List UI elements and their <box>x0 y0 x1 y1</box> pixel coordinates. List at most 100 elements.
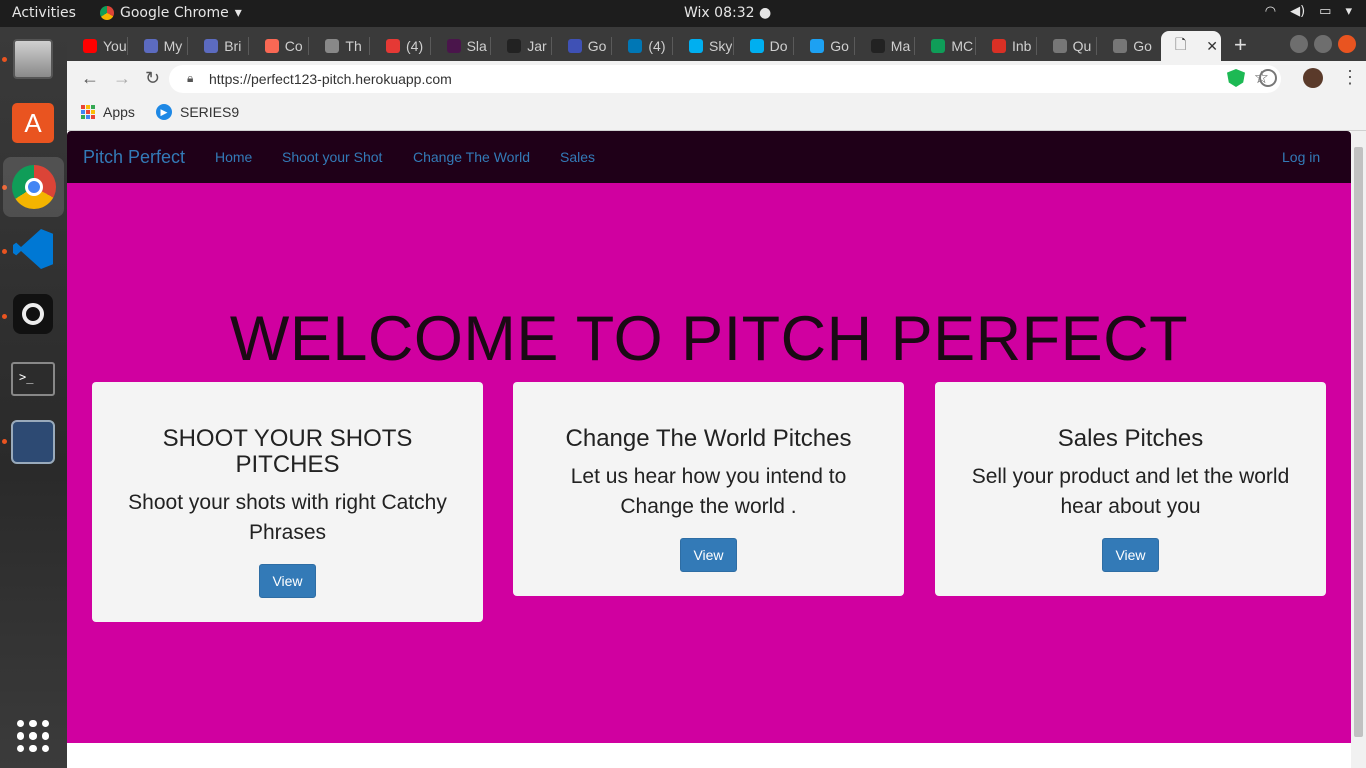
profile-avatar[interactable] <box>1303 68 1323 88</box>
show-applications-icon[interactable] <box>9 712 57 760</box>
tab-separator <box>672 37 673 55</box>
browser-tab[interactable]: My <box>128 31 187 61</box>
minimize-button[interactable] <box>1290 35 1308 53</box>
tab-favicon-icon <box>1052 39 1067 53</box>
running-indicator <box>2 439 7 444</box>
new-tab-button[interactable]: + <box>1234 32 1247 58</box>
tab-label: Qu <box>1072 38 1092 54</box>
scrollbar-thumb[interactable] <box>1354 147 1363 737</box>
tab-separator <box>1035 37 1037 55</box>
browser-tab[interactable]: (4) <box>612 31 671 61</box>
system-tray[interactable]: ◠ ◀) ▭ ▾ <box>1265 4 1352 19</box>
tab-label: Co <box>284 38 303 54</box>
tab-label: Sky <box>709 38 732 54</box>
running-indicator <box>2 57 7 62</box>
browser-tab[interactable]: Qu <box>1037 31 1096 61</box>
mysql-workbench-icon[interactable] <box>9 418 57 466</box>
tab-favicon-icon <box>931 39 946 53</box>
chrome-icon[interactable] <box>3 157 64 217</box>
view-button[interactable]: View <box>1102 538 1159 572</box>
tab-favicon-icon <box>628 39 643 53</box>
bookmark-series9-label: SERIES9 <box>180 104 240 120</box>
tab-favicon-icon <box>264 39 279 53</box>
activities-button[interactable]: Activities <box>12 5 76 21</box>
page-icon: 🗋 <box>1175 36 1187 52</box>
bookmark-apps[interactable]: Apps <box>81 104 135 120</box>
browser-tab[interactable]: Go <box>552 31 611 61</box>
view-button[interactable]: View <box>259 564 316 598</box>
hero-section: WELCOME TO PITCH PERFECT SHOOT YOUR SHOT… <box>67 183 1351 743</box>
site-brand[interactable]: Pitch Perfect <box>83 147 185 168</box>
browser-tab[interactable]: Sky <box>673 31 732 61</box>
browser-tab[interactable]: (4) <box>370 31 429 61</box>
system-top-bar: Activities Google Chrome ▾ Wix 08:32 ● ◠… <box>0 0 1366 27</box>
tab-favicon-icon <box>992 39 1006 53</box>
nav-shoot-your-shot[interactable]: Shoot your Shot <box>282 149 382 165</box>
browser-tab[interactable]: Do <box>734 31 793 61</box>
tab-separator <box>611 37 613 55</box>
chevron-down-icon: ▾ <box>234 5 242 21</box>
extension-icon[interactable] <box>1259 69 1277 87</box>
close-window-button[interactable] <box>1338 35 1356 53</box>
page-viewport: Pitch Perfect Home Shoot your Shot Chang… <box>67 131 1351 768</box>
browser-tab[interactable]: You <box>67 31 126 61</box>
browser-tab[interactable]: Bri <box>188 31 247 61</box>
close-tab-icon[interactable]: ✕ <box>1206 38 1218 55</box>
tab-separator <box>550 37 552 55</box>
dock: A >_ <box>0 27 67 768</box>
card-text: Let us hear how you intend to Change the… <box>570 465 847 518</box>
tab-favicon-icon <box>870 39 885 53</box>
card-title: SHOOT YOUR SHOTS PITCHES <box>162 425 413 478</box>
view-button[interactable]: View <box>680 538 737 572</box>
browser-tab[interactable]: Go <box>794 31 853 61</box>
toolbar: ← → ↻ 🔒︎ https://perfect123-pitch.heroku… <box>67 61 1366 97</box>
clock[interactable]: Wix 08:32 ● <box>684 5 771 21</box>
menu-icon[interactable]: ⋮ <box>1341 67 1359 88</box>
software-center-icon[interactable]: A <box>9 99 57 147</box>
tab-label: Go <box>1133 38 1152 54</box>
tab-separator <box>308 37 310 55</box>
vscode-icon[interactable] <box>9 225 57 273</box>
browser-tab[interactable]: Go <box>1097 31 1156 61</box>
tab-label: Go <box>830 38 849 54</box>
browser-tab[interactable]: Sla <box>431 31 490 61</box>
lock-icon[interactable]: 🔒︎ <box>187 71 193 86</box>
tab-label: (4) <box>406 38 424 54</box>
browser-tab[interactable]: Jar <box>491 31 550 61</box>
terminal-icon[interactable]: >_ <box>9 355 57 403</box>
tab-separator <box>126 37 128 55</box>
tab-favicon-icon <box>749 39 764 53</box>
tab-active[interactable]: 🗋 ✕ <box>1161 31 1221 61</box>
tab-favicon-icon <box>689 39 703 53</box>
address-bar[interactable]: 🔒︎ https://perfect123-pitch.herokuapp.co… <box>169 65 1281 93</box>
browser-tab[interactable]: MC <box>915 31 974 61</box>
card-title: Change The World Pitches <box>565 425 852 452</box>
back-button[interactable]: ← <box>81 68 99 89</box>
tab-separator <box>732 37 734 55</box>
tab-label: Ma <box>890 38 911 54</box>
browser-tab[interactable]: Th <box>309 31 368 61</box>
bookmark-series9[interactable]: ▶ SERIES9 <box>156 104 239 120</box>
tab-label: Bri <box>224 38 242 54</box>
page-scrollbar[interactable] <box>1351 131 1366 768</box>
reload-button[interactable]: ↻ <box>145 68 160 89</box>
browser-tab[interactable]: Co <box>249 31 308 61</box>
app-menu[interactable]: Google Chrome ▾ <box>100 5 242 21</box>
maximize-button[interactable] <box>1314 35 1332 53</box>
files-icon[interactable] <box>9 35 57 83</box>
camera-icon[interactable] <box>9 290 57 338</box>
nav-change-the-world[interactable]: Change The World <box>413 149 530 165</box>
browser-tab[interactable]: Inb <box>976 31 1035 61</box>
tab-separator <box>369 37 370 55</box>
nav-sales[interactable]: Sales <box>560 149 595 165</box>
browser-tab[interactable]: Ma <box>855 31 914 61</box>
nav-home[interactable]: Home <box>215 149 252 165</box>
tab-label: Inb <box>1012 38 1032 54</box>
forward-button[interactable]: → <box>113 68 131 89</box>
tab-separator <box>1096 37 1098 55</box>
wifi-icon: ◠ <box>1264 4 1277 19</box>
nav-login[interactable]: Log in <box>1282 149 1320 165</box>
tab-label: Sla <box>466 38 487 54</box>
url-text[interactable]: https://perfect123-pitch.herokuapp.com <box>209 71 452 87</box>
tab-separator <box>975 37 976 55</box>
